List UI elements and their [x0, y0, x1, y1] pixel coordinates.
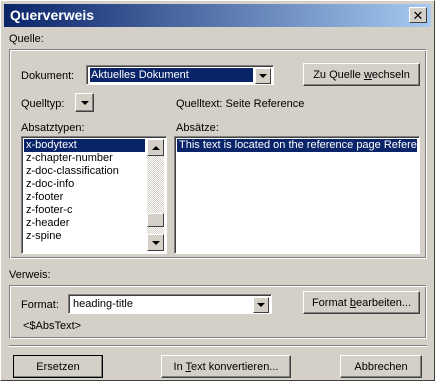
- format-edit-button[interactable]: Format bearbeiten...: [303, 291, 420, 314]
- quelltext-value: Reference: [253, 98, 305, 110]
- close-button[interactable]: ✕: [409, 7, 427, 23]
- list-item[interactable]: x-bodytext: [24, 139, 145, 152]
- format-dropdown-button[interactable]: [253, 297, 269, 313]
- convert-to-text-button[interactable]: In Text konvertieren...: [161, 355, 291, 378]
- quelle-heading: Quelle:: [9, 33, 44, 45]
- format-code: <$AbsText>: [23, 320, 82, 332]
- chevron-down-icon: [257, 303, 265, 307]
- format-label: Format:: [21, 299, 59, 311]
- scroll-up-button[interactable]: [147, 139, 164, 156]
- absatztypen-listbox[interactable]: x-bodytext z-chapter-number z-doc-classi…: [21, 136, 167, 254]
- absaetze-label: Absätze:: [176, 122, 219, 134]
- switch-source-label: Zu Quelle wechseln: [313, 68, 410, 81]
- absaetze-items: This text is located on the reference pa…: [177, 139, 417, 152]
- title-bar[interactable]: Querverweis ✕: [4, 4, 431, 27]
- list-item[interactable]: z-footer: [24, 191, 145, 204]
- list-item[interactable]: This text is located on the reference pa…: [177, 139, 417, 152]
- list-item[interactable]: z-doc-classification: [24, 165, 145, 178]
- list-item[interactable]: z-header: [24, 217, 145, 230]
- chevron-down-icon: [151, 240, 160, 245]
- verweis-heading: Verweis:: [9, 269, 51, 281]
- list-item[interactable]: z-chapter-number: [24, 152, 145, 165]
- window-title: Querverweis: [10, 7, 95, 23]
- quelltyp-dropdown-button[interactable]: [75, 93, 94, 112]
- cancel-label: Abbrechen: [354, 360, 408, 373]
- quelltext-label: Quelltext: Seite Reference: [176, 98, 305, 110]
- quelltyp-label: Quelltyp:: [21, 98, 65, 110]
- absatztypen-label: Absatztypen:: [21, 122, 85, 134]
- list-item[interactable]: z-doc-info: [24, 178, 145, 191]
- bottom-separator: [9, 345, 427, 347]
- chevron-down-icon: [80, 100, 89, 105]
- list-item[interactable]: z-spine: [24, 230, 145, 243]
- close-icon: ✕: [412, 7, 424, 23]
- format-select[interactable]: heading-title: [68, 294, 272, 314]
- absatztypen-scrollbar[interactable]: [147, 139, 164, 251]
- replace-label: Ersetzen: [36, 360, 80, 373]
- chevron-down-icon: [259, 74, 267, 78]
- dokument-label: Dokument:: [21, 70, 75, 82]
- convert-label: In Text konvertieren...: [173, 360, 279, 373]
- absaetze-listbox[interactable]: This text is located on the reference pa…: [174, 136, 420, 254]
- format-select-value: heading-title: [73, 298, 133, 310]
- scroll-down-button[interactable]: [147, 234, 164, 251]
- absatztypen-items: x-bodytext z-chapter-number z-doc-classi…: [24, 139, 145, 243]
- cancel-button[interactable]: Abbrechen: [340, 355, 422, 378]
- chevron-up-icon: [151, 145, 160, 150]
- dokument-select[interactable]: Aktuelles Dokument: [86, 65, 274, 85]
- scroll-thumb[interactable]: [147, 213, 164, 227]
- replace-button[interactable]: Ersetzen: [13, 355, 103, 378]
- dokument-select-value: Aktuelles Dokument: [90, 68, 253, 82]
- dialog-window: Querverweis ✕ Quelle: Dokument: Aktuelle…: [0, 0, 435, 381]
- format-edit-label: Format bearbeiten...: [311, 296, 412, 309]
- switch-source-button[interactable]: Zu Quelle wechseln: [303, 63, 420, 86]
- list-item[interactable]: z-footer-c: [24, 204, 145, 217]
- dokument-dropdown-button[interactable]: [255, 68, 271, 84]
